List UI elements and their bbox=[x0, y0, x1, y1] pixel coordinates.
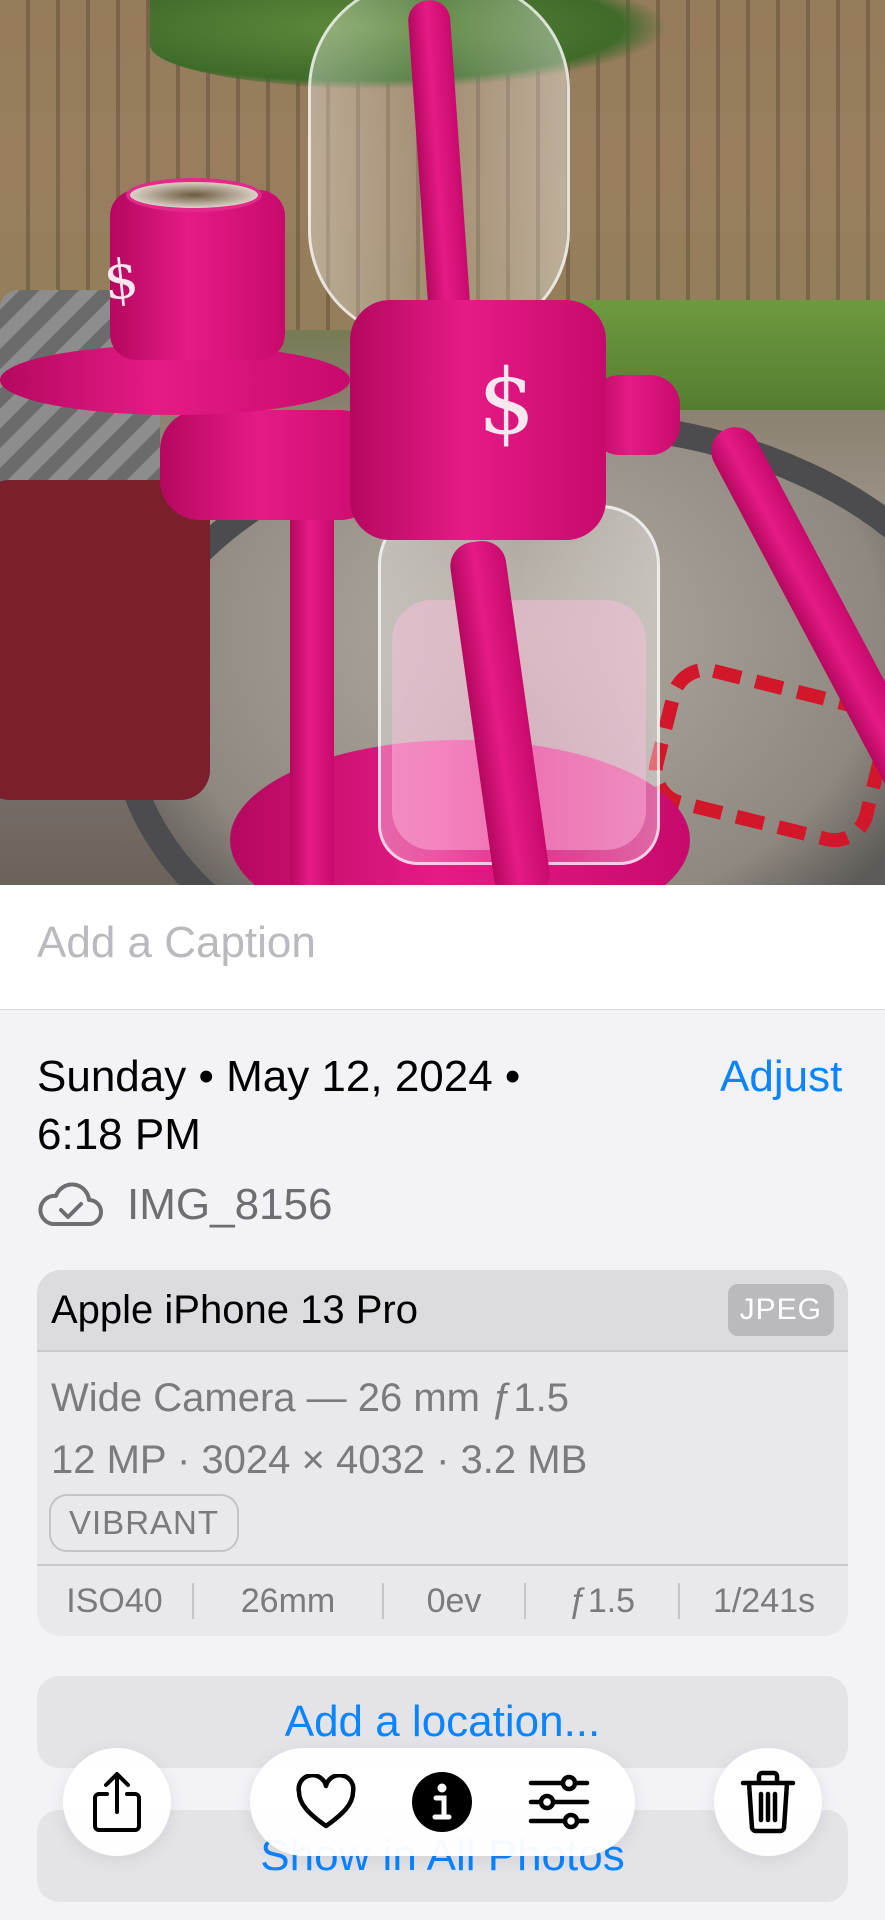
device-stem bbox=[290, 470, 334, 885]
edit-adjustments-button[interactable] bbox=[519, 1762, 599, 1842]
favorite-button[interactable] bbox=[286, 1762, 366, 1842]
delete-button[interactable] bbox=[714, 1748, 822, 1856]
info-icon bbox=[412, 1772, 473, 1832]
date-time: Sunday • May 12, 2024 • 6:18 PM bbox=[37, 1048, 597, 1164]
image-specs: 12 MP · 3024 × 4032 · 3.2 MB bbox=[51, 1438, 588, 1482]
brand-logo-icon: $ bbox=[100, 246, 142, 313]
format-badge: JPEG bbox=[727, 1284, 834, 1336]
device-left-arm bbox=[160, 410, 380, 520]
exif-exposure: 0ev bbox=[426, 1582, 482, 1620]
time-line: 6:18 PM bbox=[37, 1110, 201, 1159]
share-icon bbox=[93, 1772, 141, 1832]
icloud-check-icon bbox=[38, 1182, 103, 1226]
filename-row: IMG_8156 bbox=[37, 1175, 332, 1235]
info-button[interactable] bbox=[402, 1762, 482, 1842]
adjust-button[interactable]: Adjust bbox=[720, 1048, 842, 1106]
caption-input[interactable] bbox=[37, 918, 837, 968]
device-name: Apple iPhone 13 Pro bbox=[51, 1288, 418, 1332]
date-line: Sunday • May 12, 2024 • bbox=[37, 1052, 521, 1101]
caption-area bbox=[0, 885, 885, 1010]
trash-icon bbox=[740, 1770, 796, 1834]
exif-aperture: ƒ1.5 bbox=[568, 1582, 636, 1620]
exif-focal-length: 26mm bbox=[240, 1582, 336, 1620]
photo[interactable]: $ $ bbox=[0, 0, 885, 885]
camera-card-header: Apple iPhone 13 Pro JPEG bbox=[37, 1270, 848, 1352]
adjustments-icon bbox=[528, 1774, 590, 1830]
share-button[interactable] bbox=[63, 1748, 171, 1856]
heart-icon bbox=[296, 1774, 356, 1829]
toolbar-pill bbox=[250, 1748, 635, 1856]
exif-row: ISO40 26mm 0ev ƒ1.5 1/241s bbox=[37, 1564, 848, 1636]
filename: IMG_8156 bbox=[127, 1180, 333, 1229]
device-bowl-top bbox=[126, 178, 262, 212]
photographic-style-badge: VIBRANT bbox=[49, 1494, 240, 1552]
camera-info-card: Apple iPhone 13 Pro JPEG Wide Camera — 2… bbox=[37, 1270, 848, 1636]
lens-info: Wide Camera — 26 mm ƒ1.5 bbox=[51, 1376, 569, 1420]
brand-logo-icon: $ bbox=[478, 350, 536, 455]
exif-iso: ISO40 bbox=[66, 1582, 163, 1620]
exif-shutter: 1/241s bbox=[712, 1582, 816, 1620]
photo-sofa bbox=[0, 480, 210, 800]
